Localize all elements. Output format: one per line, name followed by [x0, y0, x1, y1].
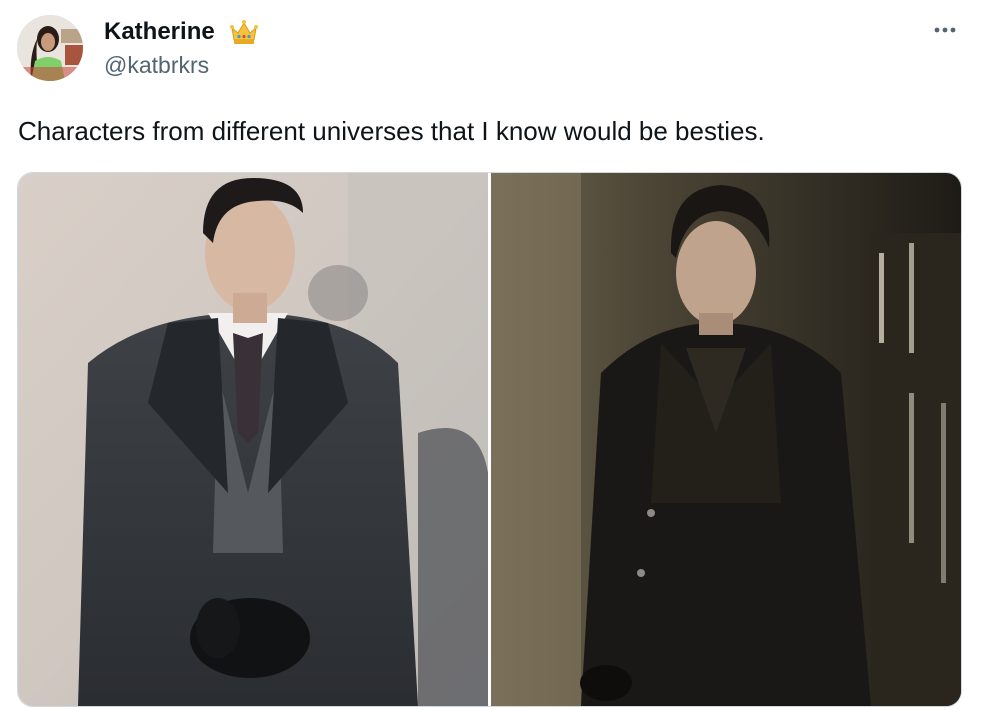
photo-left[interactable] [18, 173, 488, 706]
avatar[interactable] [17, 15, 83, 81]
crown-icon [229, 18, 259, 46]
tweet: Katherine @katbrkrs Characters from diff… [0, 0, 990, 710]
more-icon[interactable] [930, 19, 960, 41]
media-grid [17, 172, 962, 707]
display-name[interactable]: Katherine [104, 17, 215, 47]
tweet-text: Characters from different universes that… [18, 116, 765, 146]
photo-right[interactable] [491, 173, 961, 706]
handle[interactable]: @katbrkrs [104, 51, 209, 79]
